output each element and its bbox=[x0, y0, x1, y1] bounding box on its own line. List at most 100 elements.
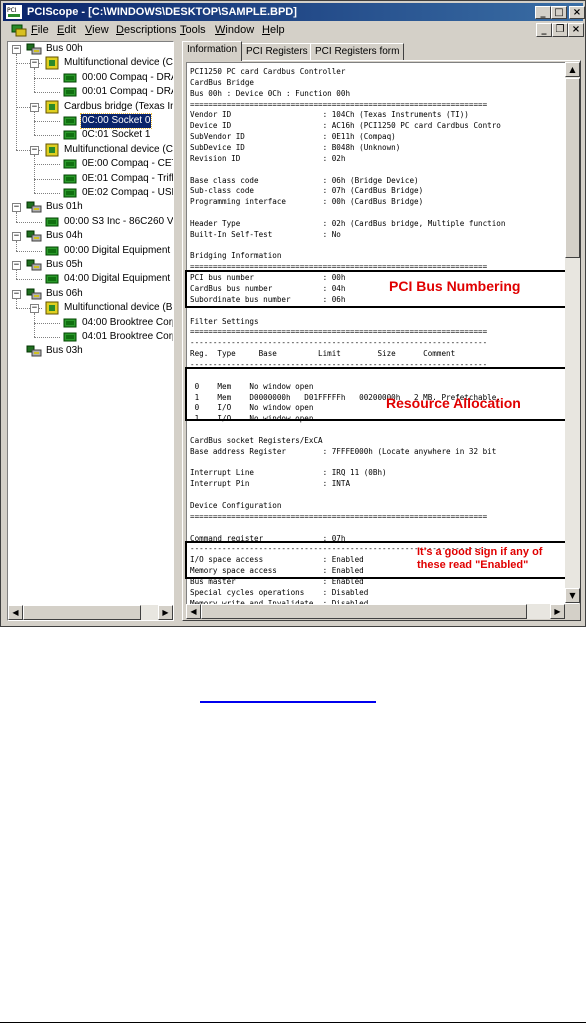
tree-node-label: Multifunctional device (Co bbox=[64, 143, 174, 155]
tree-collapse-toggle-icon[interactable]: − bbox=[12, 289, 21, 299]
bus-numbering-annotation: PCI Bus Numbering bbox=[389, 278, 521, 294]
menu-window[interactable]: Window bbox=[215, 23, 254, 38]
info-text-line: Vendor ID : 104Ch (Texas Instruments (TI… bbox=[190, 110, 469, 120]
tree-node-label: Multifunctional device (Br bbox=[64, 302, 174, 314]
tab-information[interactable]: Information bbox=[182, 41, 243, 61]
tree-node-label: 04:01 Brooktree Corp bbox=[82, 331, 174, 342]
pci-bus-icon bbox=[26, 229, 42, 243]
tree-collapse-toggle-icon[interactable]: − bbox=[12, 261, 21, 270]
title-bar[interactable]: PCI PCIScope - [C:\WINDOWS\DESKTOP\SAMPL… bbox=[3, 3, 585, 21]
tree-node-label: 04:00 Brooktree Corp bbox=[82, 316, 174, 328]
info-text-line: Bus 00h : Device 0Ch : Function 00h bbox=[190, 88, 351, 98]
scroll-down-arrow-icon[interactable]: ▼ bbox=[565, 588, 580, 603]
tree-node-label: Bus 01h bbox=[46, 201, 83, 213]
info-scroll-thumb[interactable] bbox=[565, 78, 580, 258]
tree-connector bbox=[34, 154, 35, 193]
mdi-restore-button[interactable]: ❐ bbox=[552, 23, 568, 37]
info-text-line: Base address Register : 7FFFE000h (Locat… bbox=[190, 446, 497, 456]
info-vertical-scrollbar[interactable]: ▲ ▼ bbox=[565, 62, 580, 603]
info-text-line: Sub-class code : 07h (CardBus Bridge) bbox=[190, 186, 424, 196]
info-text-line: Revision ID : 02h bbox=[190, 153, 346, 163]
tree-connector bbox=[34, 92, 60, 94]
document-system-menu-icon[interactable] bbox=[11, 23, 27, 37]
scroll-up-arrow-icon[interactable]: ▲ bbox=[565, 62, 580, 77]
info-text-line: CardBus Bridge bbox=[190, 77, 255, 87]
tree-collapse-toggle-icon[interactable]: − bbox=[30, 102, 39, 112]
resource-allocation-highlight bbox=[185, 367, 578, 421]
tree-scroll-thumb[interactable] bbox=[23, 605, 141, 620]
pci-device-chip-icon bbox=[62, 85, 78, 99]
info-hscroll-thumb[interactable] bbox=[201, 604, 527, 619]
info-text-line: Filter Settings bbox=[190, 316, 259, 326]
info-text-line: ========================================… bbox=[190, 99, 488, 109]
close-button[interactable]: × bbox=[569, 6, 585, 19]
mdi-close-button[interactable]: × bbox=[568, 23, 584, 37]
tree-collapse-toggle-icon[interactable]: − bbox=[30, 145, 39, 155]
tree-node-label: 00:00 S3 Inc - 86C260 Vi bbox=[64, 215, 174, 227]
pci-device-chip-icon bbox=[62, 157, 78, 171]
tree-collapse-toggle-icon[interactable]: − bbox=[12, 45, 21, 54]
tree-horizontal-scrollbar[interactable]: ◀ ▶ bbox=[8, 605, 173, 620]
info-text-line: Bridging Information bbox=[190, 251, 282, 261]
info-horizontal-scrollbar[interactable]: ◀ ▶ bbox=[186, 604, 565, 619]
tree-node-label: Bus 04h bbox=[46, 230, 83, 242]
pci-device-chip-icon bbox=[62, 186, 78, 200]
tree-connector bbox=[16, 270, 17, 280]
tab-pci-registers-form[interactable]: PCI Registers form bbox=[310, 43, 405, 60]
tree-node-label: 0E:00 Compaq - CET bbox=[82, 158, 174, 170]
tree-node-label: 0C:00 Socket 0 bbox=[79, 113, 153, 129]
pci-bus-icon bbox=[26, 287, 42, 301]
tree-node-label: 00:00 Digital Equipment C bbox=[64, 244, 174, 256]
scroll-right-arrow-icon[interactable]: ▶ bbox=[158, 605, 173, 620]
multifunction-device-icon bbox=[44, 56, 60, 70]
tree-connector bbox=[34, 164, 60, 166]
multifunction-device-icon bbox=[44, 143, 60, 157]
mdi-minimize-button[interactable]: _ bbox=[536, 23, 552, 37]
tree-connector bbox=[16, 279, 42, 281]
info-text-line: Device ID : AC16h (PCI1250 PC card Cardb… bbox=[190, 121, 501, 131]
tree-collapse-toggle-icon[interactable]: − bbox=[12, 203, 21, 213]
info-text-line: Interrupt Line : IRQ 11 (0Bh) bbox=[190, 468, 387, 478]
tree-node-label: Multifunctional device (Co bbox=[64, 57, 174, 69]
svg-text:PCI: PCI bbox=[7, 7, 17, 14]
minimize-button[interactable]: _ bbox=[535, 6, 551, 19]
tree-node-label: 0E:02 Compaq - USB bbox=[82, 187, 174, 198]
tree-connector bbox=[16, 221, 42, 223]
tree-connector bbox=[34, 111, 35, 136]
tab-pci-registers[interactable]: PCI Registers bbox=[241, 43, 313, 60]
info-text-line: SubDevice ID : B048h (Unknown) bbox=[190, 142, 401, 152]
multifunction-device-icon bbox=[44, 301, 60, 315]
info-scroll-left-arrow-icon[interactable]: ◀ bbox=[186, 604, 201, 619]
tree-collapse-toggle-icon[interactable]: − bbox=[12, 232, 21, 242]
info-text-line: PCI1250 PC card Cardbus Controller bbox=[190, 67, 346, 76]
pci-device-chip-icon bbox=[62, 316, 78, 330]
device-tree[interactable]: Bus 00h − Multifunctional device (Co −00:00… bbox=[7, 41, 174, 621]
menu-descriptions[interactable]: Descriptions bbox=[116, 23, 177, 38]
menu-edit[interactable]: Edit bbox=[57, 23, 76, 38]
tree-connector bbox=[34, 322, 60, 324]
maximize-button[interactable]: □ bbox=[551, 6, 567, 19]
scroll-left-arrow-icon[interactable]: ◀ bbox=[8, 605, 23, 620]
information-text[interactable]: PCI1250 PC card Cardbus Controller CardBu… bbox=[186, 62, 579, 604]
tree-node-label: Bus 06h bbox=[46, 287, 83, 299]
hyperlink-underline[interactable] bbox=[200, 701, 376, 703]
tree-connector bbox=[16, 250, 42, 252]
tree-connector bbox=[34, 313, 35, 337]
menu-help[interactable]: Help bbox=[262, 23, 285, 38]
tree-node-label: Bus 05h bbox=[46, 259, 83, 270]
tree-node-label: 04:00 Digital Equipment C bbox=[64, 273, 174, 285]
menu-tools[interactable]: Tools bbox=[180, 23, 206, 38]
tree-connector bbox=[16, 298, 17, 309]
pci-device-chip-icon bbox=[62, 172, 78, 186]
info-text-line: Header Type : 02h (CardBus bridge, Multi… bbox=[190, 218, 506, 228]
tree-collapse-toggle-icon[interactable]: − bbox=[30, 304, 39, 314]
info-scroll-right-arrow-icon[interactable]: ▶ bbox=[550, 604, 565, 619]
menu-file[interactable]: File bbox=[31, 23, 49, 38]
pci-bus-icon bbox=[26, 200, 42, 214]
info-text-line: Interrupt Pin : INTA bbox=[190, 479, 351, 489]
tree-collapse-toggle-icon[interactable]: − bbox=[30, 59, 39, 69]
menu-view[interactable]: View bbox=[85, 23, 109, 38]
pci-device-chip-icon bbox=[44, 272, 60, 286]
pciscope-window: PCI PCIScope - [C:\WINDOWS\DESKTOP\SAMPL… bbox=[0, 0, 586, 627]
tree-connector bbox=[34, 337, 60, 338]
